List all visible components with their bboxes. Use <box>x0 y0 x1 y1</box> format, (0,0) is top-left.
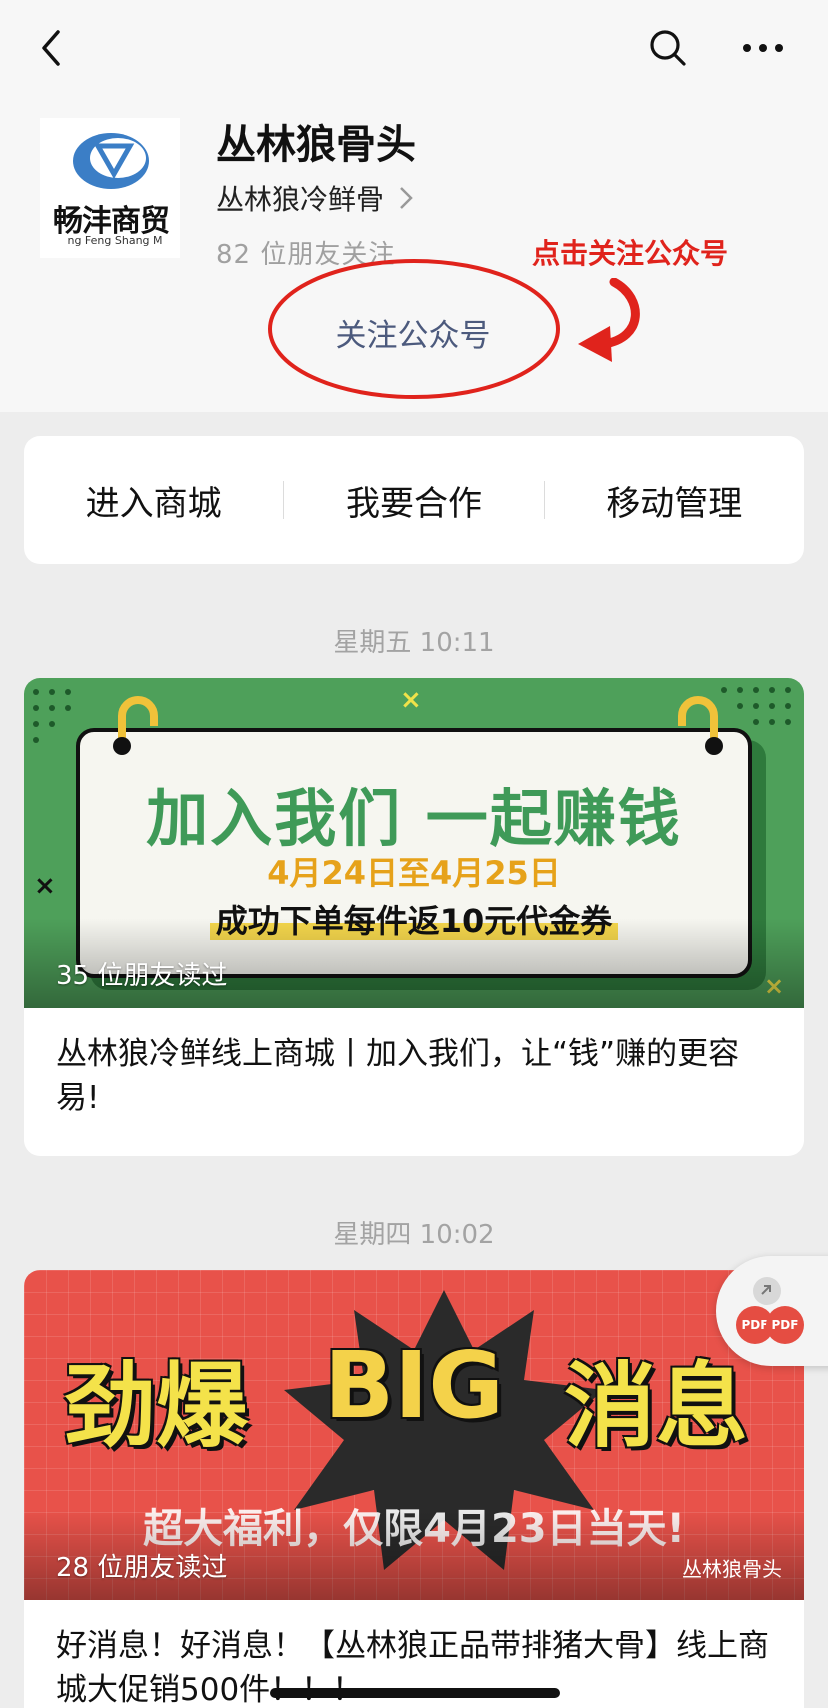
chevron-right-icon <box>400 187 413 209</box>
search-icon[interactable] <box>646 26 690 70</box>
link-icon <box>753 1277 781 1305</box>
cover-word-left: 劲爆 <box>64 1353 249 1460</box>
follow-account-button[interactable]: 关注公众号 <box>310 312 516 360</box>
account-subtitle: 丛林狼冷鲜骨 <box>216 183 385 216</box>
account-avatar[interactable]: 畅沣商贸 ng Feng Shang M <box>40 118 180 258</box>
menu-item-enter-mall[interactable]: 进入商城 <box>24 476 283 525</box>
article-cover-image[interactable]: × × × 加入我们 一起赚钱 4月24日至4月25日 成功下单每件返10元代金… <box>24 678 804 1008</box>
article-cover-image[interactable]: 劲爆 BIG 消息 超大福利，仅限4月23日当天! 28 位朋友读过 丛林狼骨头 <box>24 1270 804 1600</box>
board-ring-icon <box>678 696 723 755</box>
logo-subtext: ng Feng Shang M <box>67 234 163 247</box>
floating-pdf-widget[interactable]: PDF PDF <box>716 1256 828 1366</box>
read-count: 35 位朋友读过 <box>56 961 228 991</box>
svg-text:×: × <box>400 685 422 715</box>
menu-item-cooperate[interactable]: 我要合作 <box>284 476 543 525</box>
article-title[interactable]: 丛林狼冷鲜线上商城丨加入我们，让“钱”赚的更容易! <box>24 1008 804 1120</box>
article-card[interactable]: 劲爆 BIG 消息 超大福利，仅限4月23日当天! 28 位朋友读过 丛林狼骨头… <box>24 1270 804 1708</box>
account-menu: 进入商城 我要合作 移动管理 <box>24 436 804 564</box>
account-name: 丛林狼骨头 <box>216 122 416 168</box>
pdf-badge: PDF <box>766 1306 804 1344</box>
account-subtitle-link[interactable]: 丛林狼冷鲜骨 <box>216 178 414 218</box>
hint-arrow-icon <box>578 278 640 362</box>
article-card[interactable]: × × × 加入我们 一起赚钱 4月24日至4月25日 成功下单每件返10元代金… <box>24 678 804 1156</box>
board-ring-icon <box>113 696 158 755</box>
cover-word-big: BIG <box>324 1332 504 1439</box>
article-timestamp: 星期四 10:02 <box>333 1220 495 1250</box>
cover-word-right: 消息 <box>564 1353 749 1460</box>
more-options-icon[interactable] <box>738 28 788 68</box>
read-count: 28 位朋友读过 <box>56 1553 228 1583</box>
menu-item-mobile-manage[interactable]: 移动管理 <box>545 476 804 525</box>
cover-headline: 加入我们 一起赚钱 <box>146 782 682 855</box>
logo-emblem-icon <box>73 133 149 189</box>
cover-watermark: 丛林狼骨头 <box>682 1557 782 1581</box>
article-timestamp: 星期五 10:11 <box>333 628 495 658</box>
home-indicator[interactable] <box>270 1688 560 1698</box>
back-arrow-icon[interactable] <box>34 26 74 70</box>
cover-date: 4月24日至4月25日 <box>267 854 561 892</box>
